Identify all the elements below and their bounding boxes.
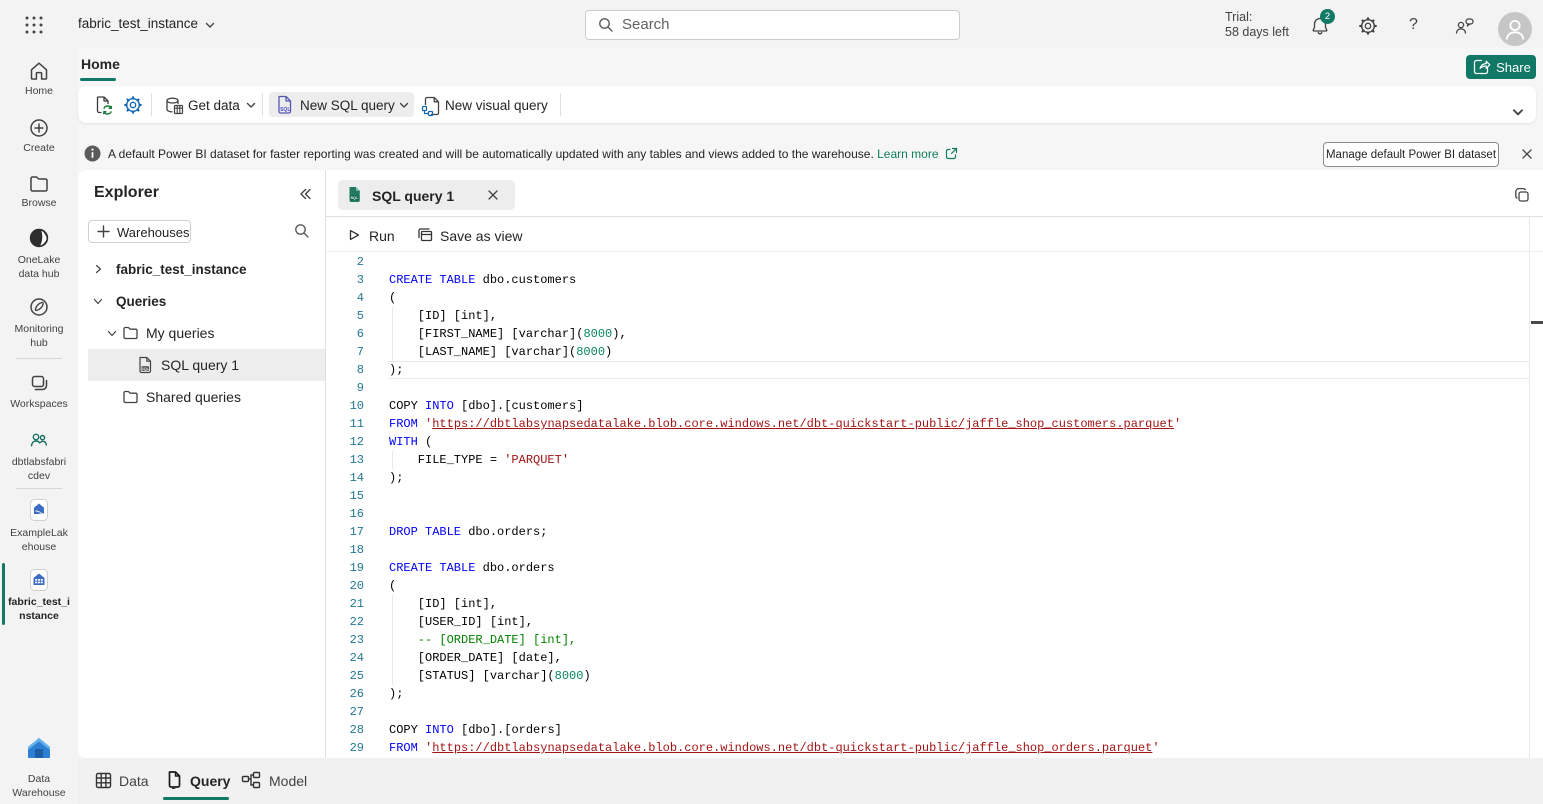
svg-text:SQL: SQL [351, 196, 359, 200]
svg-text:SQL: SQL [280, 107, 290, 113]
svg-text:SQL: SQL [141, 367, 149, 371]
